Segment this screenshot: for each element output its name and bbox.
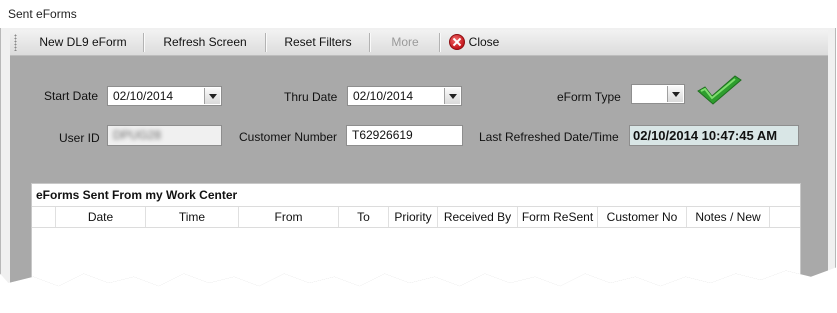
thru-date-label: Thru Date [284, 90, 338, 104]
toolbar-separator [439, 33, 441, 52]
close-icon[interactable] [449, 34, 465, 50]
toolbar-separator [265, 33, 267, 52]
close-button-label: Close [468, 35, 500, 49]
user-id-label: User ID [59, 131, 100, 145]
column-header-received-by[interactable]: Received By [438, 207, 518, 227]
column-header-to[interactable]: To [339, 207, 389, 227]
window-title: Sent eForms [8, 7, 77, 21]
toolbar-separator [143, 33, 145, 52]
eforms-grid: eForms Sent From my Work Center Date Tim… [31, 183, 801, 287]
toolbar-separator [369, 33, 371, 52]
customer-number-value: T62926619 [352, 128, 413, 142]
column-header-date[interactable]: Date [56, 207, 146, 227]
user-id-value: DPUG28 [113, 128, 162, 142]
column-header-customer-no[interactable]: Customer No [598, 207, 687, 227]
thru-date-picker[interactable]: 02/10/2014 [347, 86, 462, 106]
reset-filters-button[interactable]: Reset Filters [268, 30, 368, 55]
sent-eforms-window: Sent eForms New DL9 eForm Refresh Screen… [0, 0, 836, 287]
column-header-form-resent[interactable]: Form ReSent [518, 207, 598, 227]
eform-type-select[interactable] [631, 84, 685, 104]
column-header-notes-new[interactable]: Notes / New [687, 207, 770, 227]
eform-type-label: eForm Type [557, 90, 621, 104]
column-header-priority[interactable]: Priority [389, 207, 438, 227]
grid-header: Date Time From To Priority Received By F… [32, 206, 800, 228]
title-bar: Sent eForms [0, 0, 836, 29]
start-date-value: 02/10/2014 [113, 89, 174, 103]
last-refreshed-label: Last Refreshed Date/Time [479, 130, 619, 144]
refresh-screen-button[interactable]: Refresh Screen [146, 30, 264, 55]
start-date-picker[interactable]: 02/10/2014 [107, 86, 222, 106]
checkmark-icon [697, 75, 742, 105]
thru-date-value: 02/10/2014 [353, 89, 414, 103]
customer-number-label: Customer Number [239, 130, 338, 144]
column-header-time[interactable]: Time [146, 207, 239, 227]
customer-number-input[interactable]: T62926619 [346, 125, 463, 146]
user-id-field: DPUG28 [107, 125, 222, 146]
column-header-from[interactable]: From [239, 207, 339, 227]
dropdown-arrow-icon[interactable] [204, 88, 220, 104]
toolbar-grip[interactable] [14, 34, 17, 51]
grid-title: eForms Sent From my Work Center [36, 188, 238, 202]
more-button[interactable]: More [372, 30, 438, 55]
toolbar: New DL9 eForm Refresh Screen Reset Filte… [10, 30, 828, 56]
row-selector-header [32, 207, 56, 227]
new-dl9-eform-button[interactable]: New DL9 eForm [24, 30, 142, 55]
start-date-label: Start Date [44, 89, 99, 103]
last-refreshed-value: 02/10/2014 10:47:45 AM [629, 125, 799, 146]
dropdown-arrow-icon[interactable] [667, 86, 683, 102]
dropdown-arrow-icon[interactable] [444, 88, 460, 104]
